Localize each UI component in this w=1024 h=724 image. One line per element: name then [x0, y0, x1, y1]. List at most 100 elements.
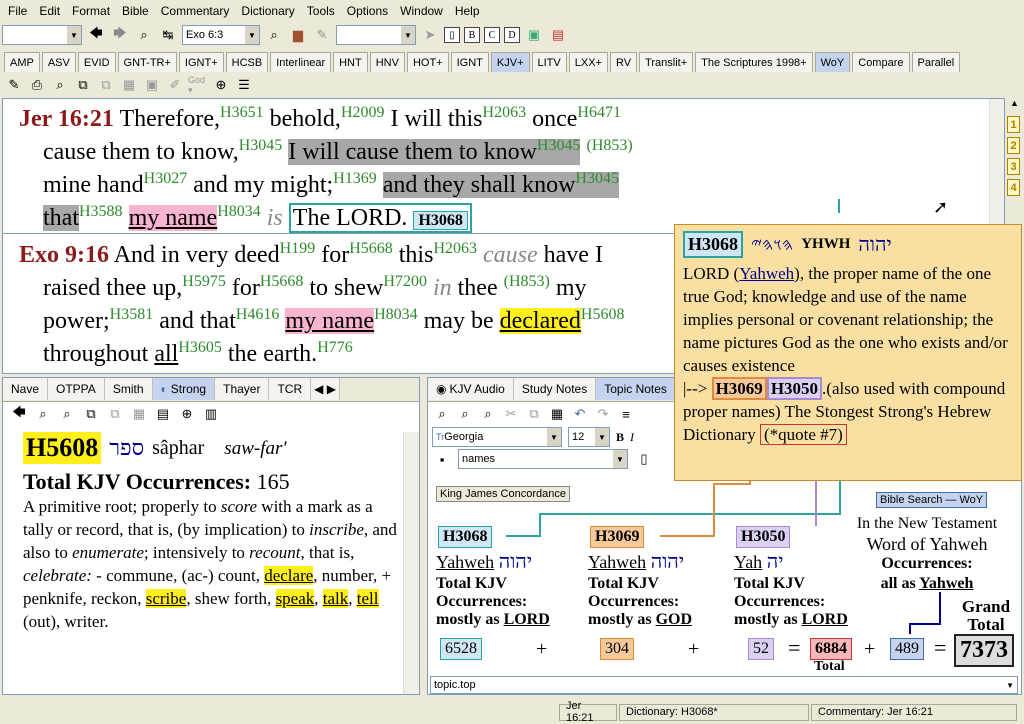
- tab-ignt[interactable]: IGNT: [450, 52, 489, 72]
- sidebar-note-3[interactable]: 3: [1007, 158, 1020, 175]
- tab-smith[interactable]: Smith: [104, 378, 153, 400]
- tab-compare[interactable]: Compare: [852, 52, 910, 72]
- menu-dictionary[interactable]: Dictionary: [235, 2, 300, 20]
- kjv-word[interactable]: declare: [264, 566, 314, 585]
- dictionary-scrollbar[interactable]: [403, 432, 419, 694]
- god-icon[interactable]: God ▾: [188, 75, 208, 95]
- size-dropdown[interactable]: 12 ▼: [568, 427, 610, 447]
- go-icon[interactable]: ↹: [158, 25, 178, 45]
- kjv-word[interactable]: tell: [356, 589, 379, 608]
- cut-icon[interactable]: ✂: [501, 404, 521, 424]
- kjv-word[interactable]: scribe: [145, 589, 187, 608]
- lookup-icon[interactable]: ⌕: [432, 404, 452, 424]
- zoom-icon[interactable]: ⊕: [211, 75, 231, 95]
- lookup-icon[interactable]: ⌕: [33, 404, 53, 424]
- tab-translit[interactable]: Translit+: [639, 52, 694, 72]
- go-search-icon[interactable]: ➤: [420, 25, 440, 45]
- print-icon[interactable]: ⎙: [27, 75, 47, 95]
- binoculars-icon[interactable]: ⌕: [57, 404, 77, 424]
- tab-otppa[interactable]: OTPPA: [48, 378, 105, 400]
- strongs-number[interactable]: H2063: [483, 104, 527, 121]
- zoom-icon[interactable]: ⊕: [177, 404, 197, 424]
- menu-window[interactable]: Window: [394, 2, 449, 20]
- picture-icon[interactable]: ▣: [524, 25, 544, 45]
- strongs-number[interactable]: H2009: [341, 104, 385, 121]
- undo-icon[interactable]: ↶: [570, 404, 590, 424]
- tab-scriptures[interactable]: The Scriptures 1998+: [695, 52, 813, 72]
- search-dropdown[interactable]: ▼: [336, 25, 416, 45]
- edit-icon[interactable]: ✎: [4, 75, 24, 95]
- tab-kjv-audio[interactable]: ◉ KJV Audio: [428, 378, 514, 400]
- popup-def-link[interactable]: Yahweh: [739, 264, 794, 283]
- highlight-icon[interactable]: ✐: [165, 75, 185, 95]
- strongs-number[interactable]: H199: [280, 240, 316, 257]
- copy-icon[interactable]: ⧉: [81, 404, 101, 424]
- verse-ref[interactable]: Jer 16:21: [19, 106, 114, 132]
- tab-hnv[interactable]: HNV: [369, 52, 405, 72]
- tab-nave[interactable]: Nave: [3, 378, 49, 400]
- strongs-number[interactable]: H4616: [236, 306, 280, 323]
- reference-dropdown[interactable]: Exo 6:3 ▼: [182, 25, 260, 45]
- new-note-icon[interactable]: ▯: [634, 449, 654, 469]
- c-button-icon[interactable]: C: [484, 27, 500, 43]
- align-icon[interactable]: ≡: [616, 404, 636, 424]
- strongs-number[interactable]: H2063: [433, 240, 477, 257]
- back-arrow-icon[interactable]: 🡄: [9, 404, 29, 424]
- strongs-number[interactable]: H7200: [383, 273, 427, 290]
- popup-ref-h3069[interactable]: H3069: [711, 377, 767, 400]
- bible-window-icon[interactable]: ▯: [444, 27, 460, 43]
- tab-lxx[interactable]: LXX+: [568, 52, 608, 72]
- tab-parallel[interactable]: Parallel: [911, 52, 961, 72]
- tab-asv[interactable]: ASV: [41, 52, 76, 72]
- tab-tcr[interactable]: TCR: [269, 378, 312, 400]
- tab-scroll-icon[interactable]: ◀ ▶: [311, 378, 340, 400]
- binoculars-icon[interactable]: ⌕: [455, 404, 475, 424]
- copy-icon[interactable]: ⧉: [524, 404, 544, 424]
- tab-rv[interactable]: RV: [609, 52, 638, 72]
- kjv-word[interactable]: talk: [322, 589, 349, 608]
- paste-icon[interactable]: ▦: [129, 404, 149, 424]
- tab-hnt[interactable]: HNT: [333, 52, 368, 72]
- tab-ignt-plus[interactable]: IGNT+: [178, 52, 224, 72]
- strongs-number[interactable]: H3045: [537, 137, 581, 154]
- sidebar-note-1[interactable]: 1: [1007, 116, 1020, 133]
- book-icon[interactable]: ▆: [288, 25, 308, 45]
- menu-tools[interactable]: Tools: [301, 2, 341, 20]
- menu-file[interactable]: File: [2, 2, 33, 20]
- selected-word-box[interactable]: The LORD. H3068: [288, 203, 472, 233]
- tab-thayer[interactable]: Thayer: [215, 378, 270, 400]
- strongs-number[interactable]: H1369: [333, 170, 377, 187]
- kjv-word[interactable]: speak: [275, 589, 315, 608]
- binoculars-icon[interactable]: ⌕: [50, 75, 70, 95]
- tab-gnt-tr[interactable]: GNT-TR+: [117, 52, 177, 72]
- search-icon[interactable]: ⌕: [264, 25, 284, 45]
- strongs-number[interactable]: H3581: [110, 306, 154, 323]
- strongs-number[interactable]: H3045: [575, 170, 619, 187]
- sidebar-note-4[interactable]: 4: [1007, 179, 1020, 196]
- copy-entry-icon[interactable]: ⧉: [105, 404, 125, 424]
- menu-commentary[interactable]: Commentary: [155, 2, 236, 20]
- tab-study-notes[interactable]: Study Notes: [513, 378, 597, 400]
- menu-bible[interactable]: Bible: [116, 2, 155, 20]
- menu-edit[interactable]: Edit: [33, 2, 66, 20]
- paste-icon[interactable]: ▦: [547, 404, 567, 424]
- layout-icon[interactable]: ☰: [234, 75, 254, 95]
- strongs-number[interactable]: H5975: [182, 273, 226, 290]
- bold-icon[interactable]: B: [616, 430, 624, 445]
- books-icon[interactable]: ▤: [548, 25, 568, 45]
- strongs-number[interactable]: H3068: [413, 211, 468, 230]
- strongs-number[interactable]: H3605: [178, 339, 222, 356]
- popup-code[interactable]: H3068: [683, 231, 744, 258]
- strongs-number[interactable]: H5668: [260, 273, 304, 290]
- tab-topic-notes[interactable]: Topic Notes: [596, 378, 676, 400]
- chart-icon[interactable]: ▥: [201, 404, 221, 424]
- strongs-number[interactable]: (H853): [586, 137, 632, 154]
- strongs-number[interactable]: H6471: [577, 104, 621, 121]
- verse-ref[interactable]: Exo 9:16: [19, 242, 109, 268]
- strongs-number[interactable]: H3045: [239, 137, 283, 154]
- copy-verse-icon[interactable]: ⧉: [96, 75, 116, 95]
- book-open-icon[interactable]: ▤: [153, 404, 173, 424]
- search-icon[interactable]: ⌕: [478, 404, 498, 424]
- redo-icon[interactable]: ↷: [593, 404, 613, 424]
- sidebar-note-2[interactable]: 2: [1007, 137, 1020, 154]
